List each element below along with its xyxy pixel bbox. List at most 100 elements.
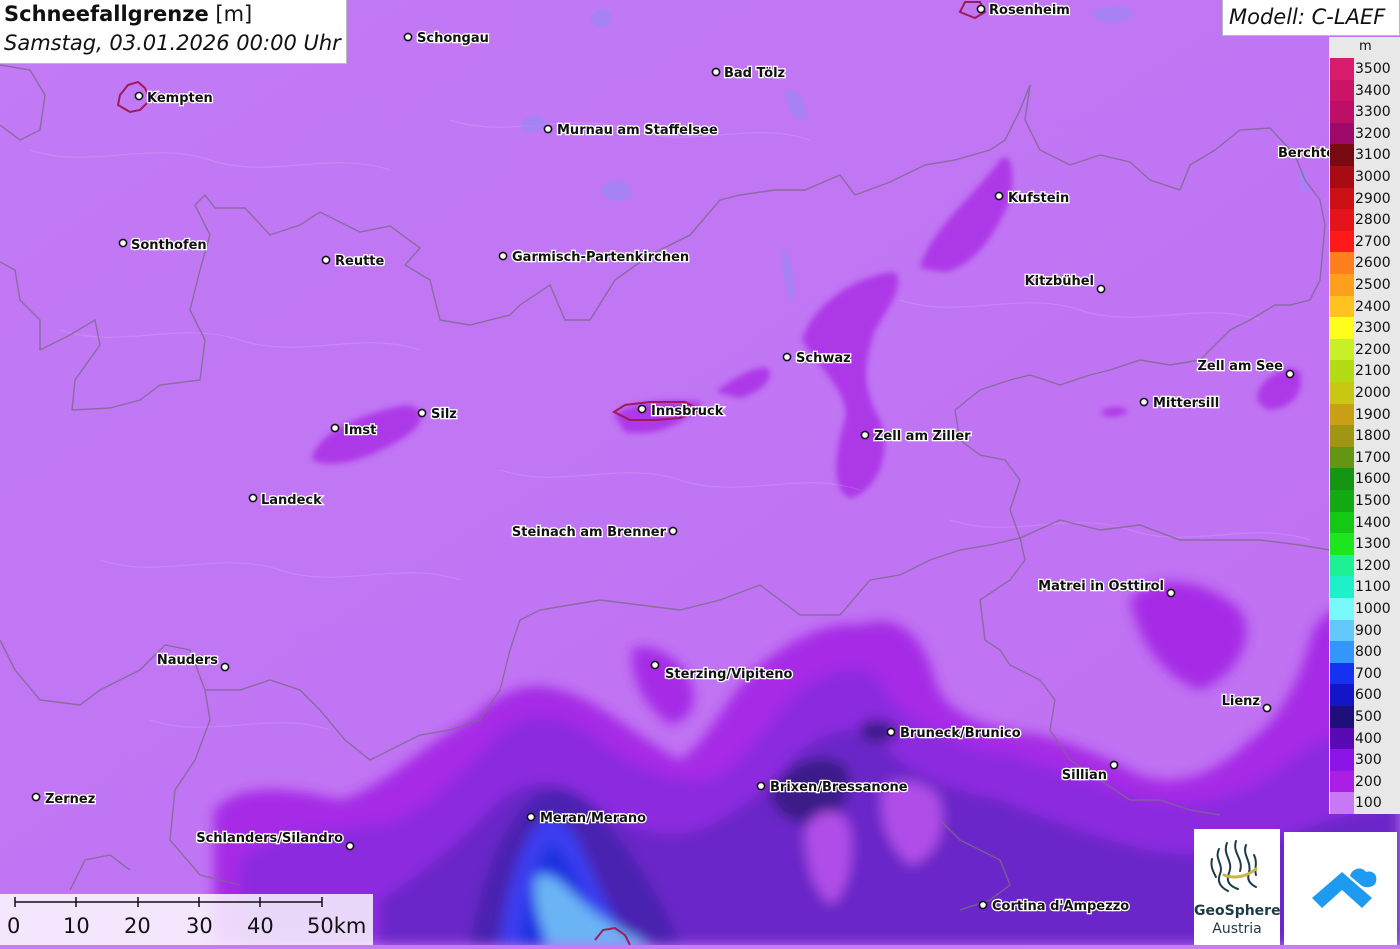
city-label: Matrei in Osttirol xyxy=(1038,579,1164,594)
city-matrei-in-osttirol[interactable]: Matrei in Osttirol xyxy=(1037,578,1176,598)
legend-swatch-3300 xyxy=(1330,101,1354,124)
legend-label-3500: 3500 xyxy=(1355,61,1391,77)
city-steinach-am-brenner[interactable]: Steinach am Brenner xyxy=(511,524,678,541)
city-cortina-d-ampezzo[interactable]: Cortina d'Ampezzo xyxy=(978,898,1131,915)
legend-label-2600: 2600 xyxy=(1355,255,1391,272)
legend-label-300: 300 xyxy=(1355,752,1382,769)
city-label: Zell am See xyxy=(1197,359,1283,374)
city-marker-icon xyxy=(498,251,508,261)
legend-label-1200: 1200 xyxy=(1355,557,1391,574)
city-zell-am-ziller[interactable]: Zell am Ziller xyxy=(860,428,972,445)
city-marker-icon xyxy=(711,67,721,77)
legend-label-1400: 1400 xyxy=(1355,514,1391,531)
city-label: Berchte xyxy=(1278,146,1335,161)
legend-label-400: 400 xyxy=(1355,730,1382,747)
legend-label-1000: 1000 xyxy=(1355,601,1391,617)
city-label: Schlanders/Silandro xyxy=(196,831,343,846)
city-marker-icon xyxy=(650,660,660,670)
legend-swatch-3000 xyxy=(1330,166,1354,189)
legend-label-100: 100 xyxy=(1355,795,1382,812)
weather-app-logo[interactable] xyxy=(1284,832,1397,945)
city-murnau-am-staffelsee[interactable]: Murnau am Staffelsee xyxy=(543,122,719,139)
legend-swatch-2600 xyxy=(1330,252,1354,275)
legend-swatch-1600 xyxy=(1330,468,1354,491)
city-label: Kempten xyxy=(147,91,213,106)
scale-tick-40: 40 xyxy=(247,914,274,938)
city-landeck[interactable]: Landeck xyxy=(248,492,323,509)
city-marker-icon xyxy=(118,238,128,248)
legend-label-3200: 3200 xyxy=(1355,125,1391,142)
city-marker-icon xyxy=(1096,284,1106,294)
legend-swatch-800 xyxy=(1330,641,1354,664)
city-schongau[interactable]: Schongau xyxy=(403,30,490,47)
geosphere-name: GeoSphere xyxy=(1194,903,1281,919)
scale-tick-50km: 50km xyxy=(307,914,367,938)
legend-swatch-3400 xyxy=(1330,79,1354,102)
legend-swatch-1500 xyxy=(1330,490,1354,513)
city-marker-icon xyxy=(1262,703,1272,713)
city-meran-merano[interactable]: Meran/Merano xyxy=(526,810,647,827)
legend-swatch-2900 xyxy=(1330,187,1354,210)
legend-swatch-300 xyxy=(1330,749,1354,772)
city-label: Schwaz xyxy=(796,351,851,366)
city-marker-icon xyxy=(134,91,144,101)
legend-swatch-400 xyxy=(1330,727,1354,750)
city-garmisch-partenkirchen[interactable]: Garmisch-Partenkirchen xyxy=(498,249,690,266)
legend-label-2400: 2400 xyxy=(1355,298,1391,315)
city-berchte[interactable]: Berchte xyxy=(1277,145,1337,163)
legend-label-700: 700 xyxy=(1355,665,1382,682)
legend-label-2000: 2000 xyxy=(1355,385,1391,401)
city-label: Sonthofen xyxy=(131,238,207,253)
city-brixen-bressanone[interactable]: Brixen/Bressanone xyxy=(756,779,909,796)
city-bruneck-brunico[interactable]: Bruneck/Brunico xyxy=(886,725,1022,742)
legend-swatch-2100 xyxy=(1330,360,1354,383)
city-marker-icon xyxy=(978,900,988,910)
geosphere-logo[interactable]: GeoSphere Austria xyxy=(1194,829,1281,945)
color-legend: m 3500 3400 3300 3200 3100 3000 2900 2800 2700 26… xyxy=(1329,37,1400,815)
city-label: Bruneck/Brunico xyxy=(900,726,1021,741)
legend-label-1900: 1900 xyxy=(1355,406,1391,423)
legend-swatch-100 xyxy=(1330,792,1354,815)
city-label: Silz xyxy=(431,407,457,422)
city-mittersill[interactable]: Mittersill xyxy=(1139,395,1220,412)
map-title: Schneefallgrenze [m] xyxy=(4,2,253,26)
city-label: Meran/Merano xyxy=(540,811,646,826)
legend-swatch-700 xyxy=(1330,662,1354,685)
legend-label-200: 200 xyxy=(1355,773,1382,790)
city-kempten[interactable]: Kempten xyxy=(134,90,214,107)
title-box: Schneefallgrenze [m] Samstag, 03.01.2026… xyxy=(0,0,347,64)
city-label: Rosenheim xyxy=(989,3,1070,18)
city-sonthofen[interactable]: Sonthofen xyxy=(118,237,208,254)
city-label: Innsbruck xyxy=(651,404,724,419)
legend-label-2700: 2700 xyxy=(1355,233,1391,250)
city-label: Bad Tölz xyxy=(724,66,785,81)
legend-label-500: 500 xyxy=(1355,709,1382,725)
city-marker-icon xyxy=(31,792,41,802)
city-label: Zernez xyxy=(45,792,95,807)
city-marker-icon xyxy=(782,352,792,362)
snowline-map[interactable]: Rosenheim Schongau Bad Tölz Kempten Murnau a… xyxy=(0,0,1400,945)
city-marker-icon xyxy=(417,408,427,418)
city-nauders[interactable]: Nauders xyxy=(156,652,230,672)
city-marker-icon xyxy=(1285,369,1295,379)
legend-label-2200: 2200 xyxy=(1355,341,1391,358)
city-marker-icon xyxy=(976,4,986,14)
city-label: Schongau xyxy=(417,31,489,46)
map-datetime: Samstag, 03.01.2026 00:00 Uhr xyxy=(4,31,341,55)
city-rosenheim[interactable]: Rosenheim xyxy=(976,2,1071,19)
scale-bar: 0 10 20 30 40 50km xyxy=(0,894,373,945)
legend-label-2300: 2300 xyxy=(1355,320,1391,337)
legend-label-2500: 2500 xyxy=(1355,277,1391,293)
legend-label-1800: 1800 xyxy=(1355,428,1391,445)
city-bad-t-lz[interactable]: Bad Tölz xyxy=(711,65,786,82)
city-marker-icon xyxy=(526,812,536,822)
city-marker-icon xyxy=(403,32,413,42)
city-marker-icon xyxy=(756,781,766,791)
city-label: Kufstein xyxy=(1008,191,1069,206)
legend-swatch-500 xyxy=(1330,706,1354,729)
legend-swatch-1300 xyxy=(1330,533,1354,556)
city-label: Lienz xyxy=(1222,694,1260,709)
legend-swatch-1000 xyxy=(1330,598,1354,621)
city-innsbruck[interactable]: Innsbruck xyxy=(637,403,725,420)
city-label: Mittersill xyxy=(1153,396,1219,411)
